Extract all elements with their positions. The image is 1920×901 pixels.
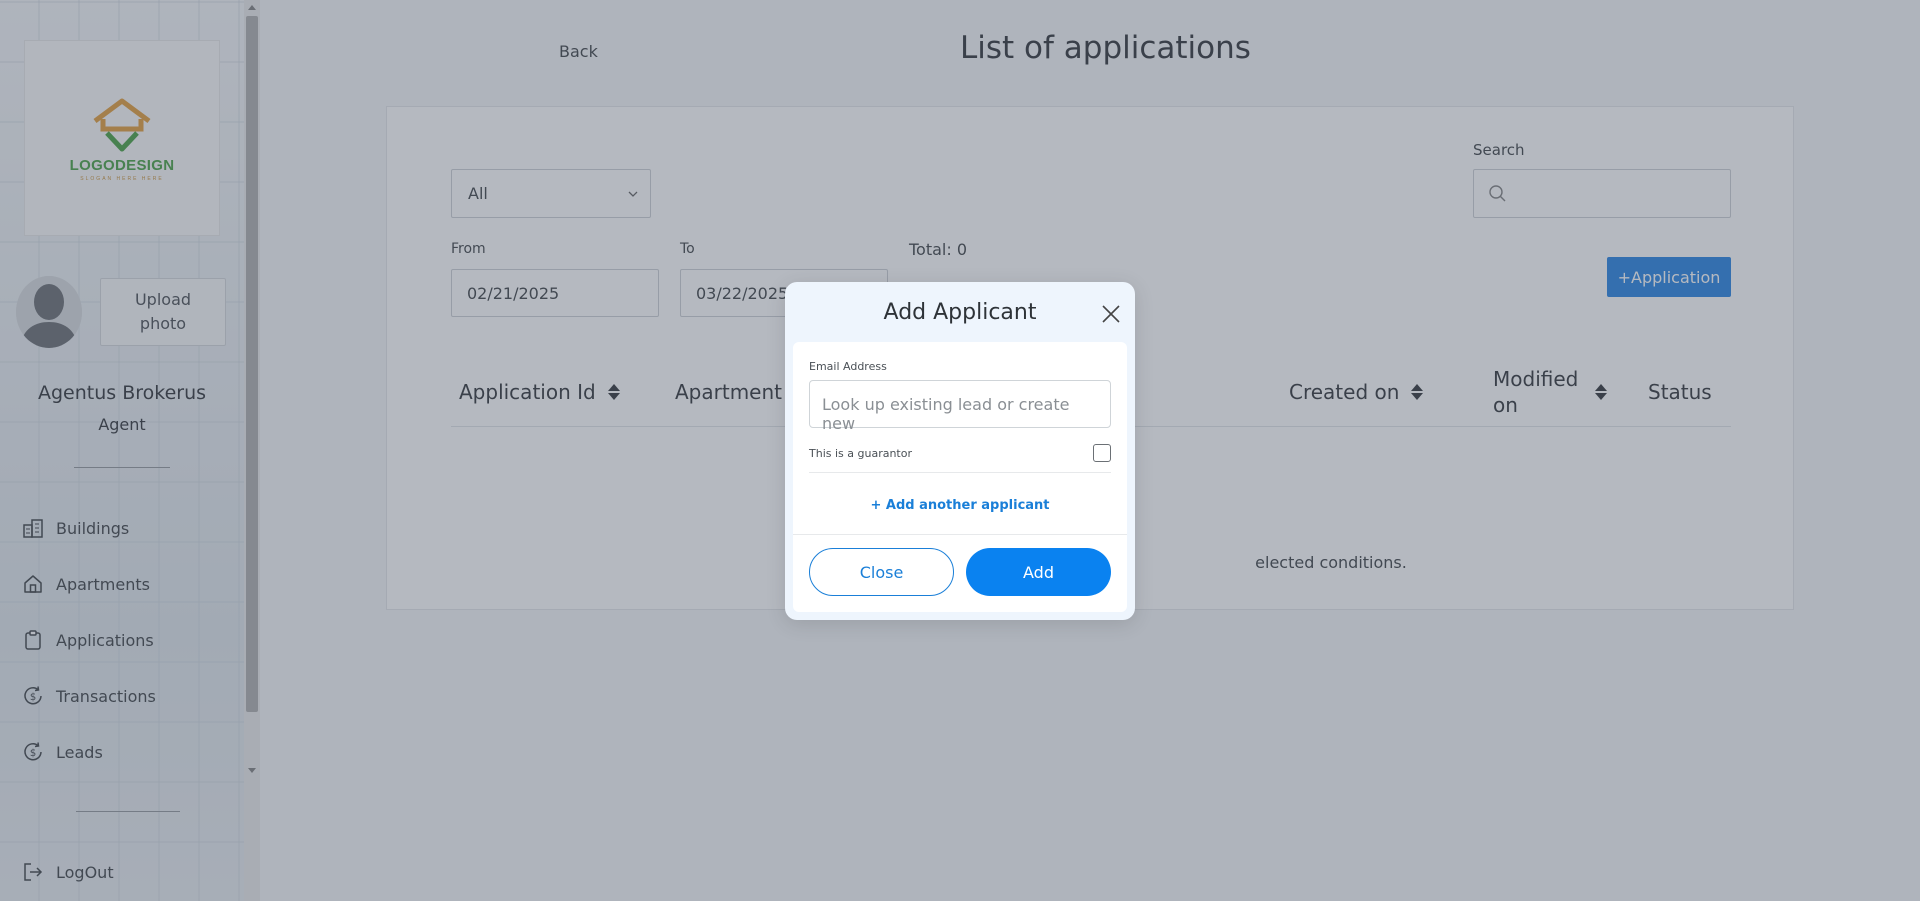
guarantor-label: This is a guarantor	[809, 447, 912, 460]
modal-title: Add Applicant	[883, 300, 1037, 325]
add-button[interactable]: Add	[966, 548, 1111, 596]
email-label: Email Address	[809, 360, 887, 373]
add-applicant-modal: Add Applicant Email Address Look up exis…	[785, 282, 1135, 620]
modal-body: Email Address Look up existing lead or c…	[793, 342, 1127, 612]
divider	[793, 534, 1127, 535]
divider	[809, 472, 1111, 473]
add-another-applicant-link[interactable]: + Add another applicant	[793, 498, 1127, 513]
guarantor-checkbox[interactable]	[1093, 444, 1111, 462]
close-icon[interactable]	[1099, 302, 1123, 326]
email-field[interactable]: Look up existing lead or create new	[809, 380, 1111, 433]
close-button[interactable]: Close	[809, 548, 954, 596]
